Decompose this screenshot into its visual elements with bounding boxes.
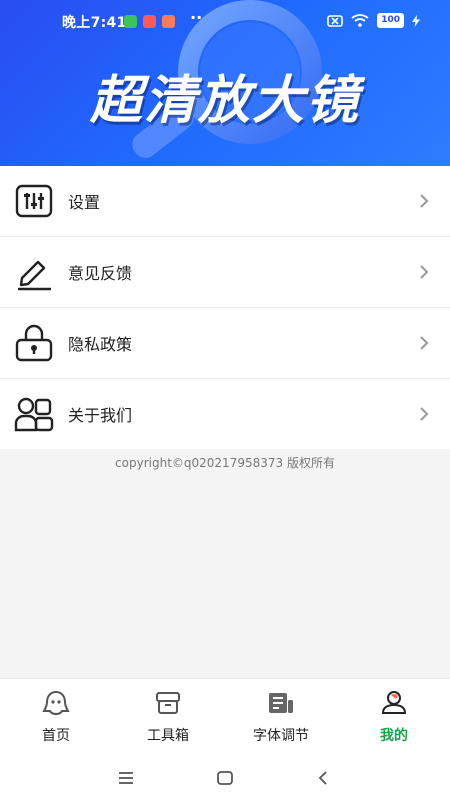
- charging-icon: [412, 14, 420, 27]
- header-banner: 晚上7:41 ·· 100 超清放大镜: [0, 0, 450, 166]
- chevron-right-icon: [420, 336, 429, 350]
- status-more-icon: ··: [190, 8, 203, 27]
- font-size-icon: [269, 693, 293, 713]
- menu-item-label: 隐私政策: [68, 335, 133, 354]
- menu-item-privacy[interactable]: 隐私政策: [0, 308, 450, 379]
- copyright-text: copyright©q020217958373 版权所有: [115, 456, 335, 470]
- menu-item-settings[interactable]: 设置: [0, 166, 450, 237]
- menu-item-label: 设置: [68, 193, 101, 212]
- back-icon[interactable]: [314, 768, 334, 788]
- pen-icon: [18, 260, 51, 291]
- tab-label: 首页: [42, 728, 70, 744]
- wifi-icon: [351, 14, 369, 27]
- menu-item-label: 关于我们: [68, 406, 133, 425]
- tab-label: 工具箱: [147, 728, 189, 744]
- toolbox-icon: [156, 692, 180, 714]
- status-app-icons: [124, 15, 175, 28]
- bottom-tab-bar: 首页 工具箱 字体调节 我的: [0, 678, 450, 757]
- lock-icon: [15, 324, 53, 362]
- tab-toolbox[interactable]: 工具箱: [112, 679, 224, 757]
- status-bar: 晚上7:41 ·· 100: [0, 0, 450, 42]
- app-notification-icon: [162, 15, 175, 28]
- tab-label: 字体调节: [253, 728, 309, 744]
- home-icon: [42, 690, 70, 716]
- chevron-right-icon: [420, 265, 429, 279]
- menu-item-about[interactable]: 关于我们: [0, 379, 450, 449]
- sim-off-icon: [327, 14, 344, 27]
- chevron-right-icon: [420, 194, 429, 208]
- tab-font-size[interactable]: 字体调节: [225, 679, 337, 757]
- menu-icon[interactable]: [116, 768, 136, 788]
- tab-home[interactable]: 首页: [0, 679, 112, 757]
- menu-item-feedback[interactable]: 意见反馈: [0, 237, 450, 308]
- banner-title: 超清放大镜: [89, 71, 360, 131]
- menu-item-label: 意见反馈: [68, 264, 133, 283]
- profile-icon: [381, 691, 407, 714]
- battery-icon: 100: [377, 13, 404, 28]
- app-notification-icon: [143, 15, 156, 28]
- home-button-icon[interactable]: [215, 768, 235, 788]
- settings-menu: 设置 意见反馈 隐私政策 关于我们: [0, 166, 450, 449]
- sliders-icon: [15, 184, 53, 218]
- users-icon: [14, 397, 54, 432]
- status-right-icons: 100: [327, 13, 420, 28]
- app-notification-icon: [124, 15, 137, 28]
- tab-profile[interactable]: 我的: [338, 679, 450, 757]
- system-nav-bar: [0, 756, 450, 800]
- status-time: 晚上7:41: [62, 15, 127, 31]
- chevron-right-icon: [420, 407, 429, 421]
- tab-label: 我的: [380, 728, 408, 744]
